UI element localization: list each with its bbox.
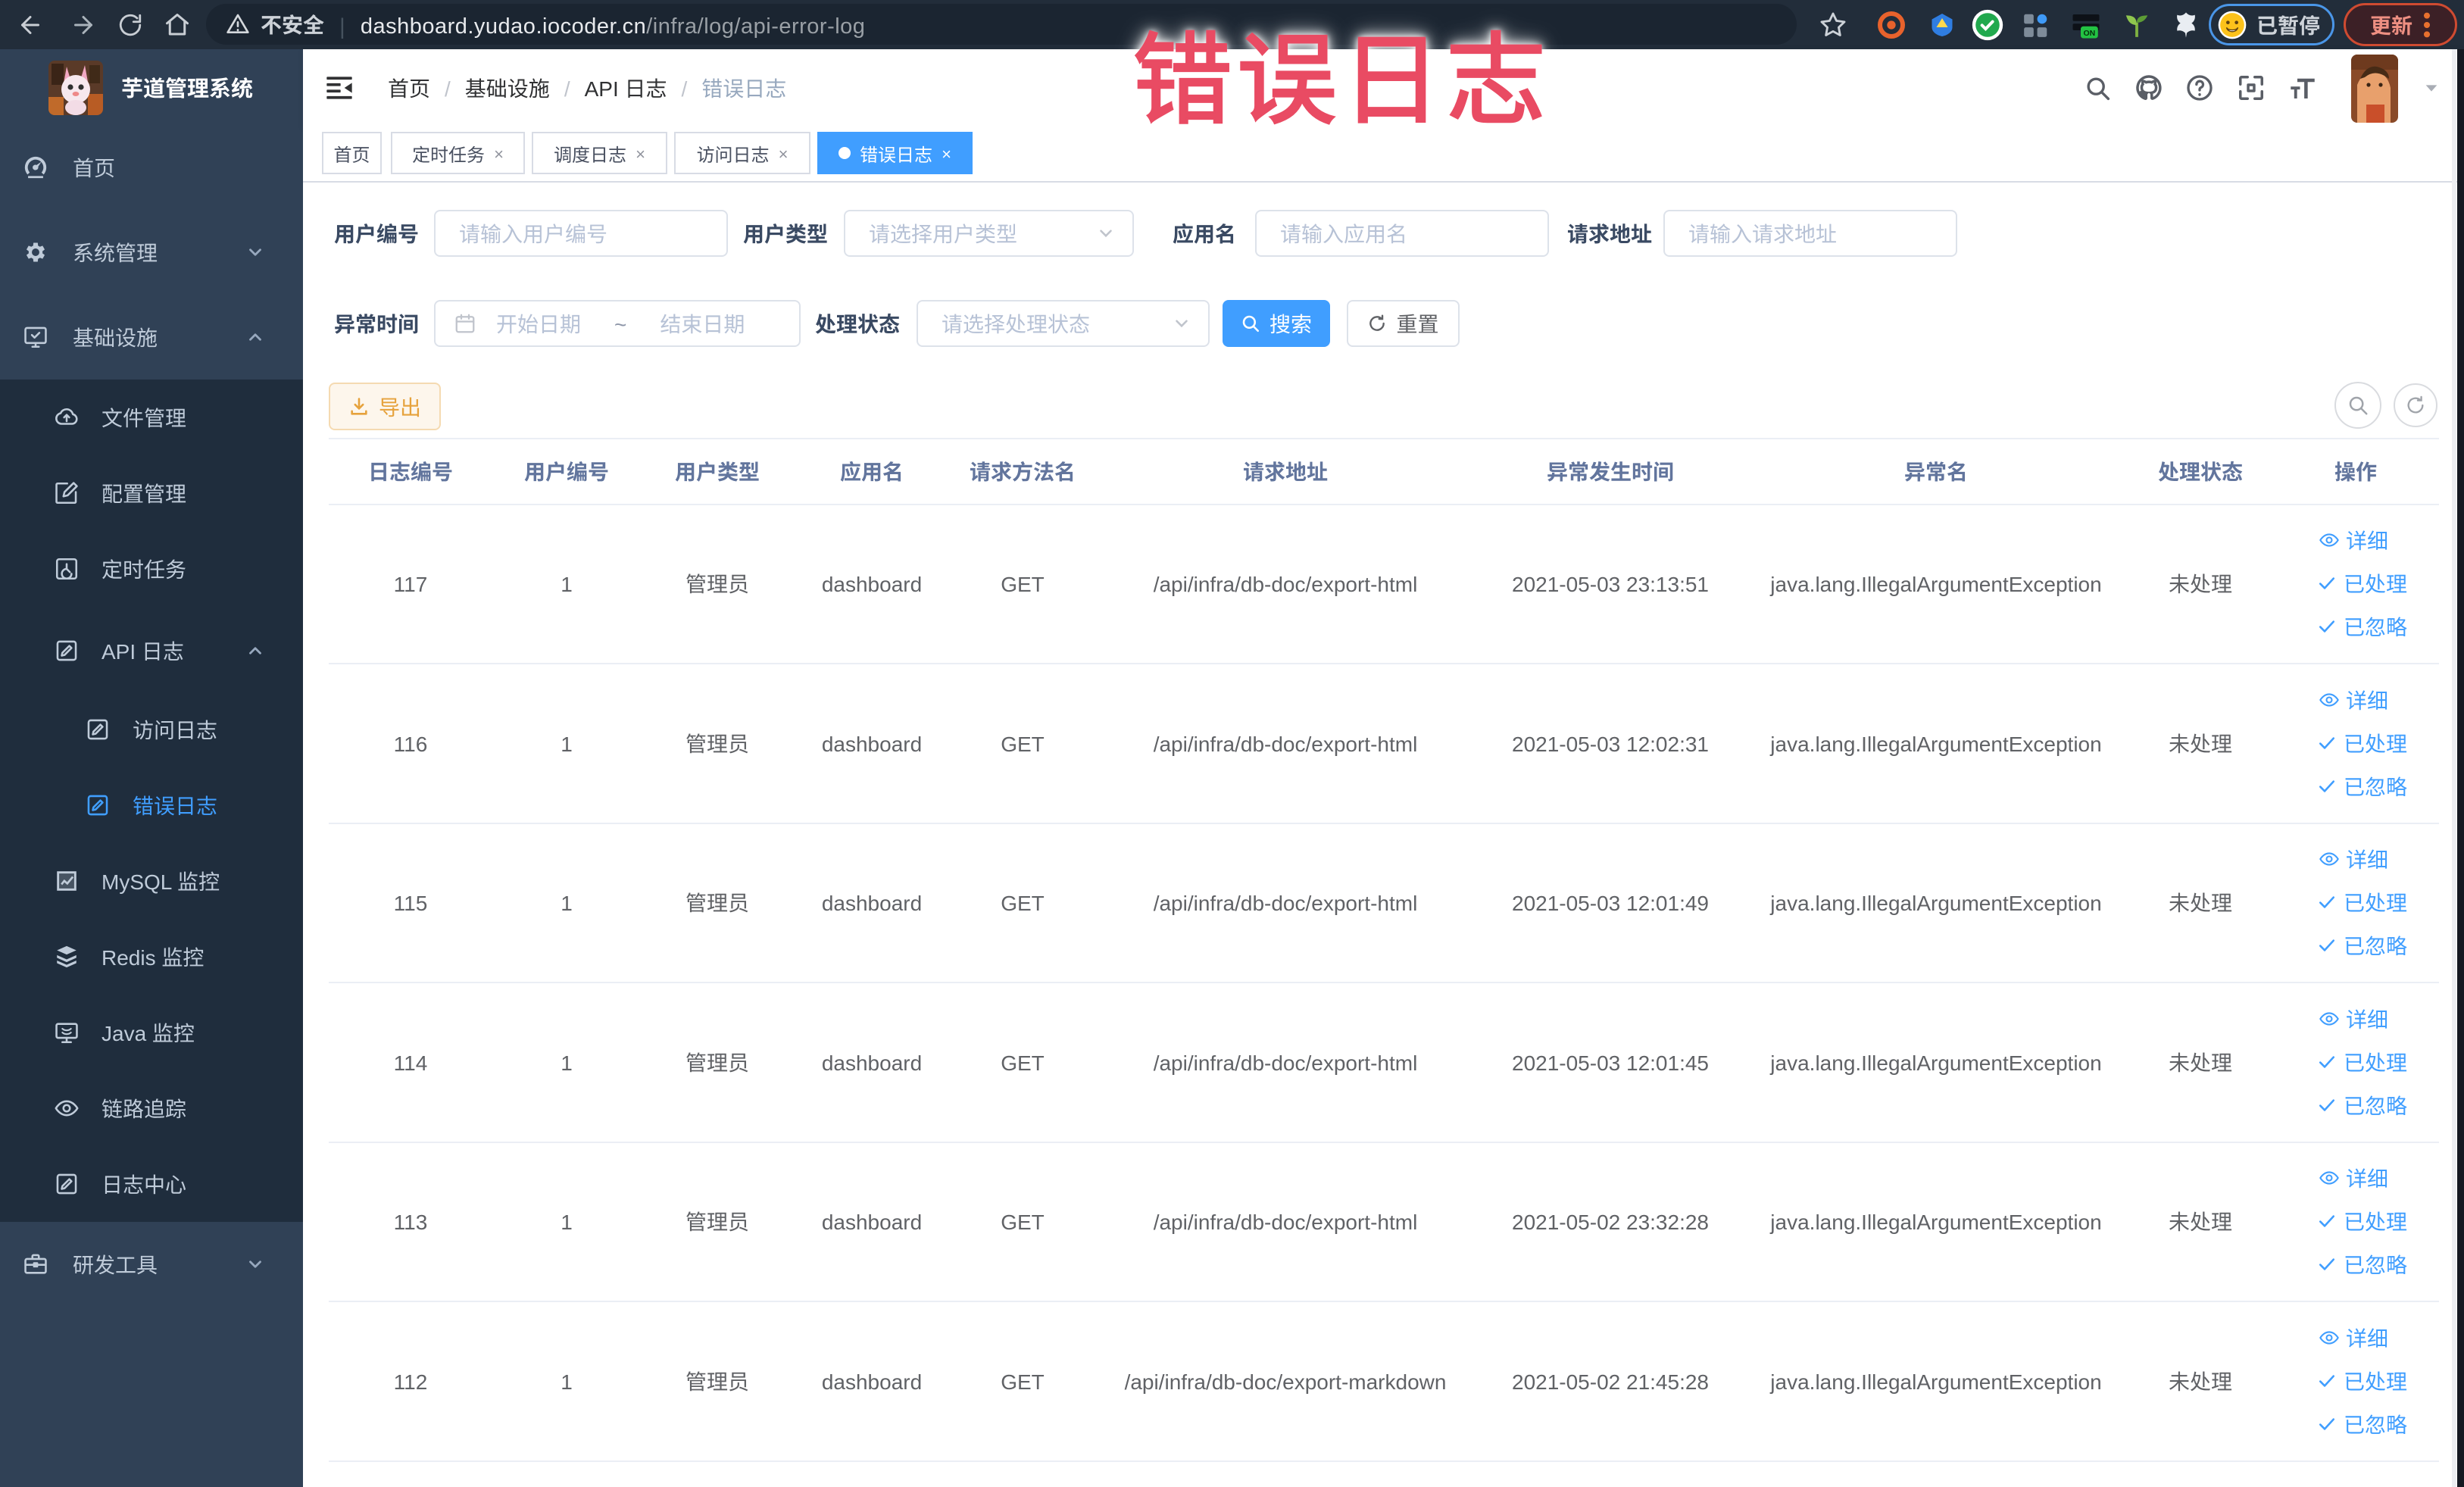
svg-text:ON: ON	[2084, 29, 2096, 38]
